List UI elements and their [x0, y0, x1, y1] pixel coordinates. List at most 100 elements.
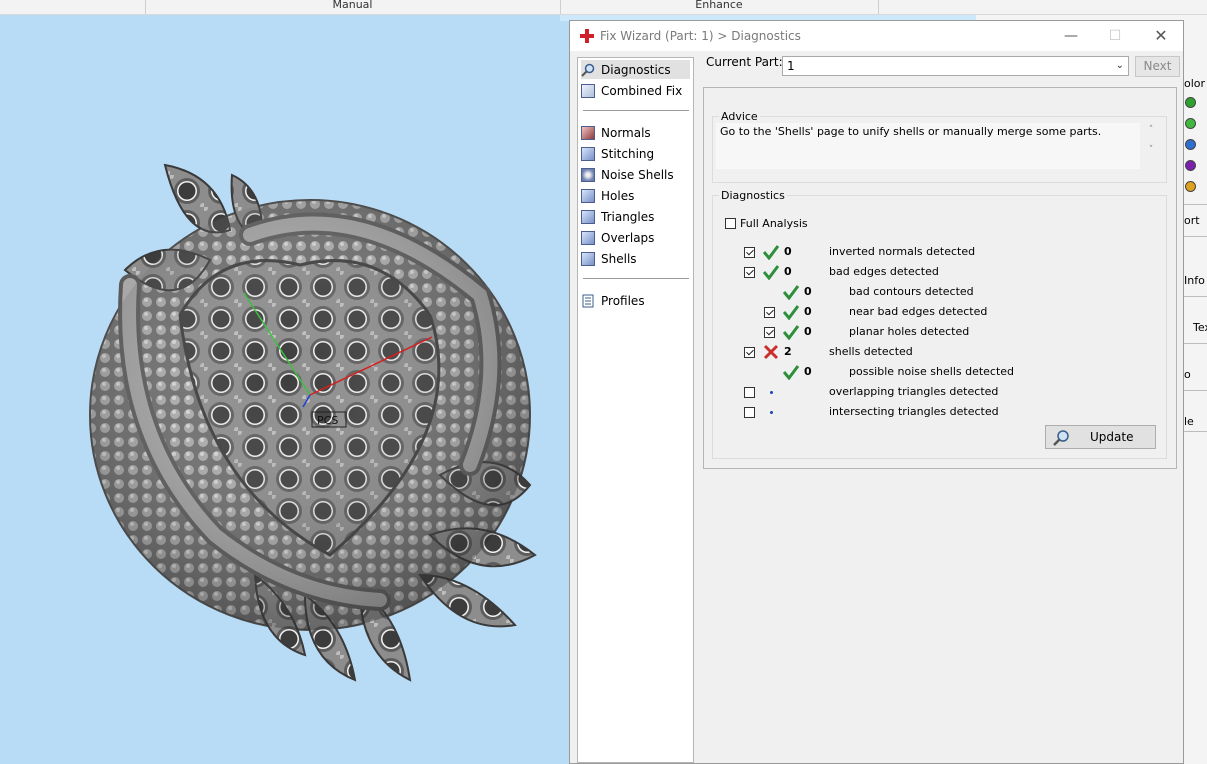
color-dot-blue[interactable] — [1185, 139, 1196, 150]
nav-label: Holes — [601, 188, 635, 203]
planar-holes-label: planar holes detected — [849, 325, 970, 338]
nav-label: Stitching — [601, 146, 655, 161]
normals-icon — [581, 125, 595, 140]
near-bad-edges-label: near bad edges detected — [849, 305, 988, 318]
full-analysis-checkbox[interactable] — [725, 218, 736, 229]
panel-label-info[interactable]: Info — [1184, 274, 1205, 287]
nav-item-stitching[interactable]: Stitching — [581, 144, 690, 163]
ribbon-group-manual[interactable]: Manual — [145, 0, 560, 12]
current-part-label: Current Part: — [706, 55, 783, 69]
magnifier-icon — [1053, 430, 1069, 446]
current-part-value: 1 — [787, 59, 795, 73]
color-dot-green[interactable] — [1185, 97, 1196, 108]
minimize-icon[interactable]: — — [1057, 25, 1085, 47]
nav-label: Normals — [601, 125, 651, 140]
nav-separator — [583, 278, 689, 279]
panel-divider — [1184, 343, 1207, 344]
holes-icon — [581, 188, 595, 203]
panel-divider — [1184, 204, 1207, 205]
noise-shells-count: 0 — [804, 365, 812, 378]
diagnostics-page: Advice Go to the 'Shells' page to unify … — [703, 87, 1177, 469]
green-check-icon — [783, 285, 799, 300]
color-dot-lightgreen[interactable] — [1185, 118, 1196, 129]
advice-group: Advice Go to the 'Shells' page to unify … — [712, 110, 1167, 183]
nav-item-combined-fix[interactable]: Combined Fix — [581, 81, 690, 100]
near-bad-edges-count: 0 — [804, 305, 812, 318]
green-check-icon — [783, 365, 799, 380]
red-cross-icon — [763, 344, 779, 360]
overlapping-triangles-checkbox[interactable] — [744, 387, 755, 398]
green-check-icon — [763, 265, 779, 280]
dialog-title: Fix Wizard (Part: 1) > Diagnostics — [600, 29, 801, 43]
nav-item-normals[interactable]: Normals — [581, 123, 690, 142]
nav-item-noise-shells[interactable]: Noise Shells — [581, 165, 690, 184]
color-dot-orange[interactable] — [1185, 181, 1196, 192]
update-label: Update — [1090, 430, 1134, 444]
update-button[interactable]: Update — [1045, 425, 1156, 449]
wizard-nav: Diagnostics Combined Fix Normals Stitchi… — [577, 57, 694, 763]
nav-item-holes[interactable]: Holes — [581, 186, 690, 205]
inverted-normals-label: inverted normals detected — [829, 245, 976, 258]
chevron-down-icon: ⌄ — [1115, 60, 1124, 71]
panel-label-color[interactable]: olor — [1184, 77, 1205, 90]
bad-contours-label: bad contours detected — [849, 285, 974, 298]
advice-scrollbar[interactable]: ˄ ˅ — [1144, 125, 1158, 171]
bad-edges-label: bad edges detected — [829, 265, 939, 278]
combined-fix-icon — [581, 83, 595, 98]
near-bad-edges-checkbox[interactable] — [764, 307, 775, 318]
overlapping-triangles-label: overlapping triangles detected — [829, 385, 999, 398]
magnifier-icon — [581, 63, 595, 77]
panel-label-export[interactable]: ort — [1184, 214, 1200, 227]
triangles-icon — [581, 209, 595, 224]
panel-label-o[interactable]: o — [1184, 368, 1191, 381]
panel-divider — [1184, 236, 1207, 237]
nav-item-shells[interactable]: Shells — [581, 249, 690, 268]
ribbon-group-enhance[interactable]: Enhance — [560, 0, 878, 12]
stitching-icon — [581, 146, 595, 161]
close-icon[interactable]: ✕ — [1147, 25, 1175, 47]
axis-label: PCS — [317, 414, 338, 427]
nav-item-overlaps[interactable]: Overlaps — [581, 228, 690, 247]
maximize-icon[interactable]: ☐ — [1101, 25, 1129, 47]
nav-label: Triangles — [601, 209, 655, 224]
advice-text: Go to the 'Shells' page to unify shells … — [716, 123, 1140, 169]
nav-label: Combined Fix — [601, 83, 683, 98]
shells-label: shells detected — [829, 345, 913, 358]
nav-label: Profiles — [601, 293, 645, 308]
panel-label-text[interactable]: Tex — [1193, 321, 1207, 334]
inverted-normals-checkbox[interactable] — [744, 247, 755, 258]
ribbon-separator — [878, 0, 879, 14]
profiles-icon — [582, 294, 594, 307]
bad-edges-checkbox[interactable] — [744, 267, 755, 278]
nav-label: Shells — [601, 251, 637, 266]
noise-shells-icon — [581, 167, 595, 182]
nav-item-diagnostics[interactable]: Diagnostics — [581, 60, 690, 79]
panel-label-le[interactable]: le — [1184, 415, 1194, 428]
dialog-titlebar[interactable]: Fix Wizard (Part: 1) > Diagnostics — ☐ ✕ — [570, 21, 1183, 51]
red-cross-icon — [580, 29, 594, 43]
diagnostics-group: Diagnostics Full Analysis 0 inverted nor… — [712, 189, 1167, 459]
nav-item-profiles[interactable]: Profiles — [581, 291, 690, 310]
bullet-icon — [770, 391, 773, 394]
shells-checkbox[interactable] — [744, 347, 755, 358]
shells-icon — [581, 251, 595, 266]
nav-label: Overlaps — [601, 230, 655, 245]
noise-shells-label: possible noise shells detected — [849, 365, 1015, 378]
planar-holes-count: 0 — [804, 325, 812, 338]
nav-separator — [583, 110, 689, 111]
intersecting-triangles-label: intersecting triangles detected — [829, 405, 999, 418]
current-part-select[interactable]: 1 ⌄ — [782, 56, 1129, 76]
fix-wizard-dialog: Fix Wizard (Part: 1) > Diagnostics — ☐ ✕… — [569, 20, 1184, 764]
planar-holes-checkbox[interactable] — [764, 327, 775, 338]
nav-label: Diagnostics — [601, 62, 671, 77]
green-check-icon — [783, 325, 799, 340]
nav-label: Noise Shells — [601, 167, 674, 182]
overlaps-icon — [581, 230, 595, 245]
panel-divider — [1184, 296, 1207, 297]
color-dot-purple[interactable] — [1185, 160, 1196, 171]
bad-edges-count: 0 — [784, 265, 792, 278]
nav-item-triangles[interactable]: Triangles — [581, 207, 690, 226]
panel-divider — [1184, 431, 1207, 432]
next-button[interactable]: Next — [1135, 56, 1180, 77]
intersecting-triangles-checkbox[interactable] — [744, 407, 755, 418]
